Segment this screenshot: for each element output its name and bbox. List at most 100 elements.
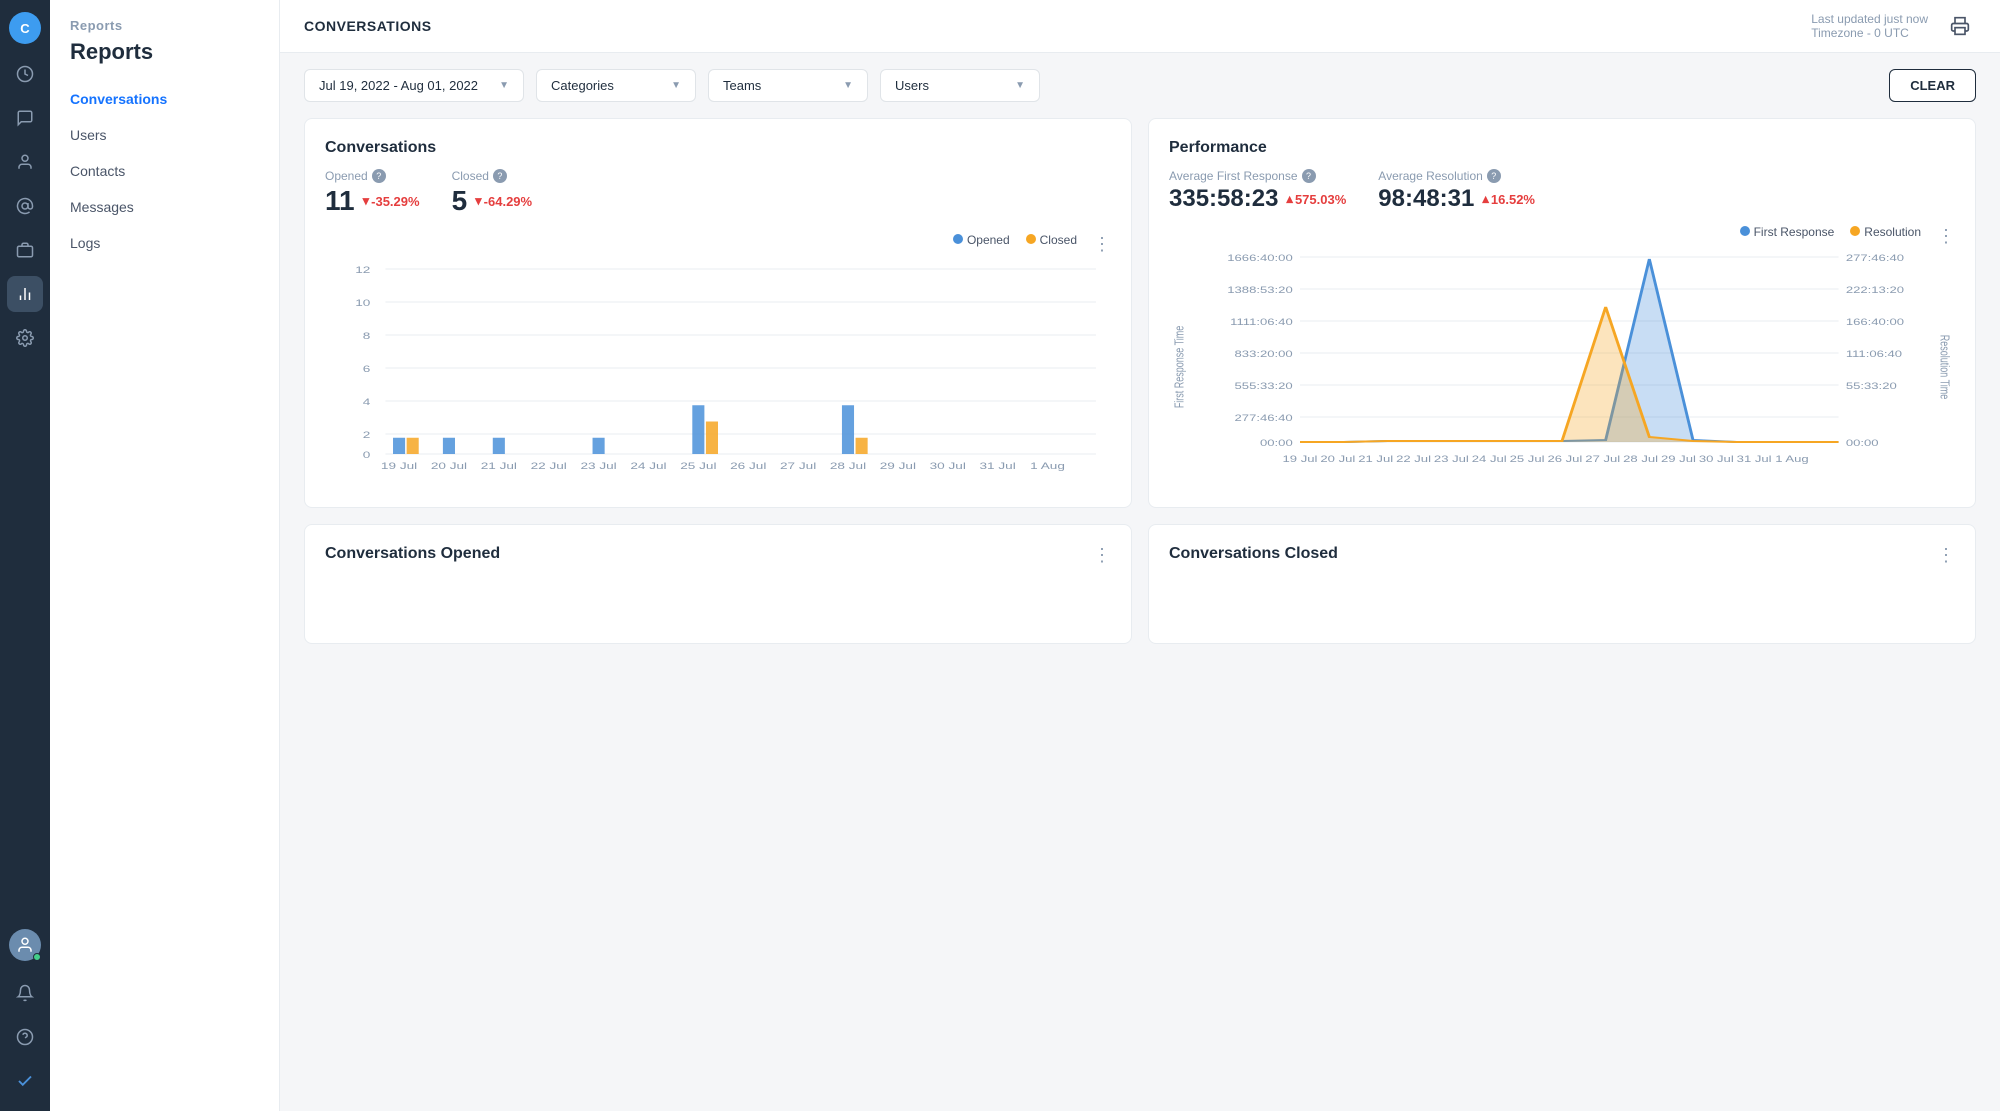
svg-text:27 Jul: 27 Jul [1585, 455, 1620, 465]
avg-resolution-change: ▴ 16.52% [1482, 191, 1535, 207]
dashboard-icon[interactable] [7, 56, 43, 92]
opened-value: 11 ▾ -35.29% [325, 185, 420, 217]
svg-text:6: 6 [363, 365, 371, 374]
print-icon[interactable] [1944, 10, 1976, 42]
svg-text:25 Jul: 25 Jul [1510, 455, 1545, 465]
conv-chart-header: Opened Closed ⋮ [325, 233, 1111, 255]
conversations-closed-more-icon[interactable]: ⋮ [1937, 545, 1955, 566]
svg-text:10: 10 [355, 299, 370, 308]
bar-chart-svg: 12 10 8 6 4 2 0 [325, 259, 1111, 479]
check-icon[interactable] [7, 1063, 43, 1099]
clear-button[interactable]: CLEAR [1889, 69, 1976, 102]
sidebar-icons: C [0, 0, 50, 1111]
notifications-icon[interactable] [7, 975, 43, 1011]
conversations-stats: Opened ? 11 ▾ -35.29% [325, 169, 1111, 217]
svg-text:22 Jul: 22 Jul [1396, 455, 1431, 465]
arrow-up-icon: ▴ [1482, 191, 1489, 207]
sidebar-item-logs[interactable]: Logs [50, 225, 279, 261]
nav-panel: Reports Reports Conversations Users Cont… [50, 0, 280, 1111]
svg-text:166:40:00: 166:40:00 [1846, 318, 1904, 328]
opened-label: Opened ? [325, 169, 420, 183]
date-range-value: Jul 19, 2022 - Aug 01, 2022 [319, 78, 478, 93]
svg-text:28 Jul: 28 Jul [830, 462, 866, 471]
closed-stat: Closed ? 5 ▾ -64.29% [452, 169, 533, 217]
svg-text:29 Jul: 29 Jul [880, 462, 916, 471]
svg-text:2: 2 [363, 431, 371, 440]
performance-more-icon[interactable]: ⋮ [1937, 226, 1955, 247]
svg-text:29 Jul: 29 Jul [1661, 455, 1696, 465]
svg-text:23 Jul: 23 Jul [580, 462, 616, 471]
svg-text:1 Aug: 1 Aug [1030, 462, 1065, 471]
svg-text:19 Jul: 19 Jul [381, 462, 417, 471]
teams-placeholder: Teams [723, 78, 761, 93]
chevron-down-icon: ▼ [499, 80, 509, 91]
avg-resolution-stat: Average Resolution ? 98:48:31 ▴ 16.52% [1378, 169, 1535, 213]
svg-text:First Response Time: First Response Time [1173, 326, 1187, 408]
users-filter[interactable]: Users ▼ [880, 69, 1040, 102]
svg-text:24 Jul: 24 Jul [1472, 455, 1507, 465]
page-title: CONVERSATIONS [304, 18, 432, 34]
reports-icon[interactable] [7, 276, 43, 312]
contacts-icon[interactable] [7, 144, 43, 180]
teams-icon[interactable] [7, 232, 43, 268]
date-range-filter[interactable]: Jul 19, 2022 - Aug 01, 2022 ▼ [304, 69, 524, 102]
svg-text:26 Jul: 26 Jul [1547, 455, 1582, 465]
svg-text:00:00: 00:00 [1846, 439, 1879, 449]
svg-text:4: 4 [363, 398, 371, 407]
svg-text:277:46:40: 277:46:40 [1235, 414, 1293, 424]
sidebar-item-users[interactable]: Users [50, 117, 279, 153]
app-logo: C [9, 12, 41, 44]
opened-stat: Opened ? 11 ▾ -35.29% [325, 169, 420, 217]
sidebar-item-messages[interactable]: Messages [50, 189, 279, 225]
svg-text:26 Jul: 26 Jul [730, 462, 766, 471]
line-chart-svg: 1666:40:00 1388:53:20 1111:06:40 833:20:… [1169, 247, 1955, 487]
svg-text:Resolution Time: Resolution Time [1937, 335, 1951, 399]
conversations-opened-title: Conversations Opened [325, 545, 500, 563]
svg-text:00:00: 00:00 [1260, 439, 1293, 449]
content-area: Conversations Opened ? 11 ▾ -35.29% [280, 118, 2000, 1111]
categories-placeholder: Categories [551, 78, 614, 93]
svg-text:23 Jul: 23 Jul [1434, 455, 1469, 465]
help-icon[interactable] [7, 1019, 43, 1055]
bottom-cards-row: Conversations Opened ⋮ Conversations Clo… [304, 524, 1976, 644]
sidebar-item-conversations[interactable]: Conversations [50, 81, 279, 117]
perf-chart-header: First Response Resolution ⋮ [1169, 225, 1955, 247]
topbar: CONVERSATIONS Last updated just now Time… [280, 0, 2000, 53]
svg-text:833:20:00: 833:20:00 [1235, 350, 1293, 360]
sidebar-item-contacts[interactable]: Contacts [50, 153, 279, 189]
conversations-more-icon[interactable]: ⋮ [1093, 234, 1111, 255]
avg-first-response-value: 335:58:23 ▴ 575.03% [1169, 185, 1346, 213]
mentions-icon[interactable] [7, 188, 43, 224]
closed-label: Closed ? [452, 169, 533, 183]
closed-change: ▾ -64.29% [475, 193, 532, 209]
svg-text:1388:53:20: 1388:53:20 [1227, 286, 1292, 296]
svg-text:1111:06:40: 1111:06:40 [1230, 318, 1293, 328]
main-cards-row: Conversations Opened ? 11 ▾ -35.29% [304, 118, 1976, 508]
svg-text:8: 8 [363, 332, 371, 341]
last-updated-text: Last updated just now Timezone - 0 UTC [1811, 12, 1928, 40]
svg-text:12: 12 [355, 266, 370, 275]
conversations-opened-more-icon[interactable]: ⋮ [1093, 545, 1111, 566]
arrow-up-icon: ▴ [1286, 191, 1293, 207]
performance-stats: Average First Response ? 335:58:23 ▴ 575… [1169, 169, 1955, 213]
performance-line-chart: 1666:40:00 1388:53:20 1111:06:40 833:20:… [1169, 247, 1955, 487]
conversations-icon[interactable] [7, 100, 43, 136]
svg-text:30 Jul: 30 Jul [1699, 455, 1734, 465]
svg-text:1 Aug: 1 Aug [1775, 455, 1808, 465]
settings-icon[interactable] [7, 320, 43, 356]
chevron-down-icon: ▼ [843, 80, 853, 91]
svg-text:22 Jul: 22 Jul [531, 462, 567, 471]
svg-text:19 Jul: 19 Jul [1283, 455, 1318, 465]
conv-legend: Opened Closed [953, 233, 1077, 247]
topbar-right: Last updated just now Timezone - 0 UTC [1811, 10, 1976, 42]
svg-text:30 Jul: 30 Jul [930, 462, 966, 471]
user-avatar[interactable] [7, 927, 43, 963]
svg-text:21 Jul: 21 Jul [481, 462, 517, 471]
performance-card: Performance Average First Response ? 335… [1148, 118, 1976, 508]
opened-change: ▾ -35.29% [363, 193, 420, 209]
avg-first-response-change: ▴ 575.03% [1286, 191, 1346, 207]
conversations-opened-card: Conversations Opened ⋮ [304, 524, 1132, 644]
teams-filter[interactable]: Teams ▼ [708, 69, 868, 102]
categories-filter[interactable]: Categories ▼ [536, 69, 696, 102]
chevron-down-icon: ▼ [1015, 80, 1025, 91]
